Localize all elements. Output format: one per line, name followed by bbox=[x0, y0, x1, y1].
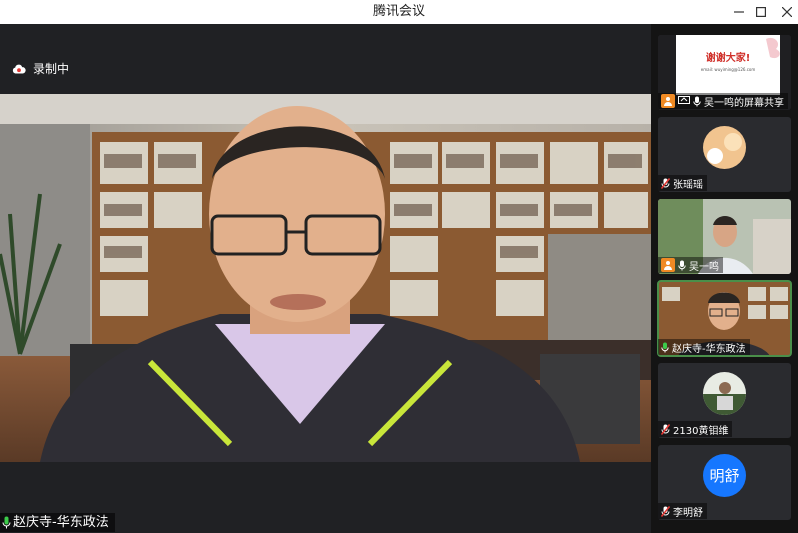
person-icon bbox=[664, 261, 672, 270]
title-bar: 腾讯会议 bbox=[0, 0, 798, 24]
close-button[interactable] bbox=[772, 0, 798, 24]
screen-share-icon bbox=[678, 96, 690, 104]
participant-name: 吴一鸣 bbox=[689, 261, 719, 273]
participant-label: 吴一鸣的屏幕共享 bbox=[658, 93, 788, 109]
window-title: 腾讯会议 bbox=[372, 4, 425, 19]
participant-label: 张瑶瑶 bbox=[658, 175, 707, 191]
recording-indicator[interactable]: 录制中 bbox=[12, 60, 69, 77]
slide-title: 谢谢大家! bbox=[705, 53, 751, 64]
participant-tile[interactable]: 吴一鸣 bbox=[658, 199, 791, 274]
participant-label: 2130黄钼维 bbox=[658, 421, 733, 437]
participant-name: 2130黄钼维 bbox=[673, 425, 729, 437]
person-icon bbox=[664, 97, 672, 106]
mic-on-icon bbox=[678, 260, 686, 270]
main-speaker-label: 赵庆寺-华东政法 bbox=[0, 513, 115, 532]
participant-name: 吴一鸣的屏幕共享 bbox=[704, 97, 784, 109]
mic-on-icon bbox=[2, 516, 11, 529]
host-badge bbox=[661, 94, 675, 108]
mic-muted-icon bbox=[661, 505, 670, 517]
mic-on-icon bbox=[661, 342, 669, 352]
participant-tile-screen-share[interactable]: 谢谢大家! email: wuyiming@126.com 吴一鸣的屏幕共享 bbox=[658, 35, 791, 110]
main-stage: 录制中 赵庆寺-华东政法 bbox=[0, 24, 651, 533]
avatar bbox=[703, 126, 746, 169]
minimize-icon bbox=[734, 11, 744, 13]
participant-label: 赵庆寺-华东政法 bbox=[658, 339, 750, 355]
cloud-record-icon bbox=[12, 64, 26, 73]
speaker-video-frame bbox=[0, 94, 651, 462]
mic-on-icon bbox=[693, 96, 701, 106]
maximize-icon bbox=[756, 7, 766, 17]
avatar bbox=[703, 372, 746, 415]
main-speaker-name: 赵庆寺-华东政法 bbox=[13, 515, 109, 530]
mic-muted-icon bbox=[661, 177, 670, 189]
participant-tile[interactable]: 张瑶瑶 bbox=[658, 117, 791, 192]
avatar: 明舒 bbox=[703, 454, 746, 497]
participant-label: 吴一鸣 bbox=[658, 257, 723, 273]
slide-subtitle: email: wuyiming@126.com bbox=[700, 67, 756, 72]
close-icon bbox=[782, 7, 792, 17]
participant-name: 李明舒 bbox=[673, 507, 703, 519]
participant-label: 李明舒 bbox=[658, 503, 707, 519]
mic-muted-icon bbox=[661, 423, 670, 435]
main-video[interactable] bbox=[0, 94, 651, 462]
participant-tile[interactable]: 2130黄钼维 bbox=[658, 363, 791, 438]
participant-name: 张瑶瑶 bbox=[673, 179, 703, 191]
recording-label: 录制中 bbox=[33, 62, 70, 76]
participant-name: 赵庆寺-华东政法 bbox=[672, 343, 746, 355]
participant-sidebar[interactable]: 谢谢大家! email: wuyiming@126.com 吴一鸣的屏幕共享 张… bbox=[651, 24, 798, 533]
participant-tile[interactable]: 明舒 李明舒 bbox=[658, 445, 791, 520]
host-badge bbox=[661, 258, 675, 272]
participant-tile-active-speaker[interactable]: 赵庆寺-华东政法 bbox=[657, 280, 792, 357]
